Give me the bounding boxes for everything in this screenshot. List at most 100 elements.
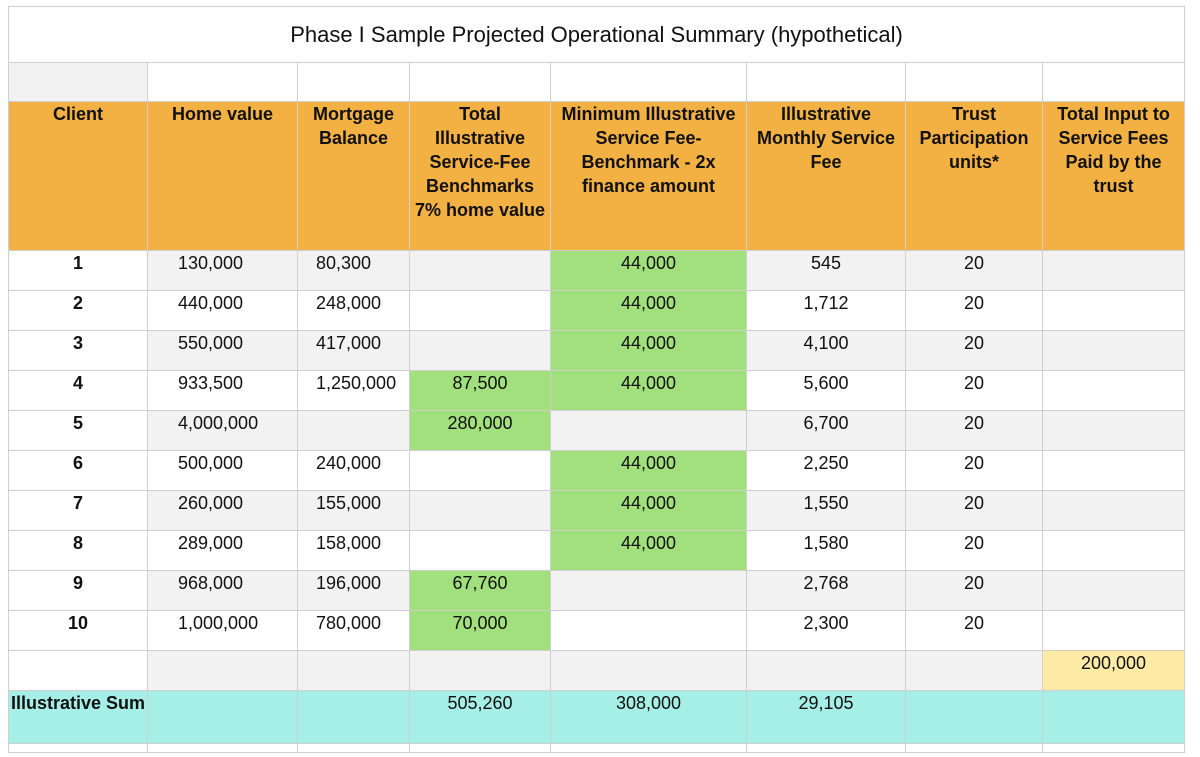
- total-input-cell[interactable]: [1041, 370, 1186, 411]
- total-input-cell[interactable]: [1041, 450, 1186, 491]
- sum-label-cell[interactable]: Illustrative Sum: [8, 690, 148, 744]
- benchmark-7pct-cell[interactable]: 280,000: [409, 410, 551, 451]
- mortgage-cell[interactable]: [297, 410, 410, 451]
- monthly-fee-cell[interactable]: 5,600: [746, 370, 906, 411]
- total-input-cell[interactable]: [1041, 290, 1186, 331]
- mortgage-cell[interactable]: 158,000: [297, 530, 410, 571]
- sum-monthly-fee-cell[interactable]: 29,105: [746, 690, 906, 744]
- sum-minimum-fee-cell[interactable]: 308,000: [550, 690, 747, 744]
- cell[interactable]: [905, 743, 1043, 753]
- cell[interactable]: [8, 650, 148, 691]
- home-value-cell[interactable]: 968,000: [147, 570, 298, 611]
- benchmark-7pct-cell[interactable]: 70,000: [409, 610, 551, 651]
- client-cell[interactable]: 1: [8, 250, 148, 291]
- cell[interactable]: [409, 743, 551, 753]
- home-value-cell[interactable]: 500,000: [147, 450, 298, 491]
- client-cell[interactable]: 3: [8, 330, 148, 371]
- cell[interactable]: [746, 62, 906, 102]
- cell[interactable]: [1041, 690, 1186, 744]
- total-input-cell[interactable]: [1041, 250, 1186, 291]
- header-cell-monthly-service-fee[interactable]: Illustrative Monthly Service Fee: [746, 101, 906, 251]
- cell[interactable]: [8, 62, 148, 102]
- header-cell-home-value[interactable]: Home value: [147, 101, 298, 251]
- total-input-cell[interactable]: [1041, 330, 1186, 371]
- benchmark-7pct-cell[interactable]: [409, 250, 551, 291]
- monthly-fee-cell[interactable]: 4,100: [746, 330, 906, 371]
- table-title[interactable]: Phase I Sample Projected Operational Sum…: [7, 6, 1186, 63]
- mortgage-cell[interactable]: 417,000: [297, 330, 410, 371]
- mortgage-cell[interactable]: 196,000: [297, 570, 410, 611]
- header-cell-service-fee-benchmarks[interactable]: Total Illustrative Service-Fee Benchmark…: [409, 101, 551, 251]
- header-cell-minimum-service-fee[interactable]: Minimum Illustrative Service Fee- Benchm…: [550, 101, 747, 251]
- mortgage-cell[interactable]: 80,300: [297, 250, 410, 291]
- monthly-fee-cell[interactable]: 545: [746, 250, 906, 291]
- trust-units-cell[interactable]: 20: [905, 610, 1043, 651]
- cell[interactable]: [1041, 743, 1186, 753]
- cell[interactable]: [297, 62, 410, 102]
- mortgage-cell[interactable]: 248,000: [297, 290, 410, 331]
- trust-total-cell[interactable]: 200,000: [1041, 650, 1186, 691]
- monthly-fee-cell[interactable]: 6,700: [746, 410, 906, 451]
- benchmark-7pct-cell[interactable]: 67,760: [409, 570, 551, 611]
- total-input-cell[interactable]: [1041, 490, 1186, 531]
- monthly-fee-cell[interactable]: 1,550: [746, 490, 906, 531]
- cell[interactable]: [147, 743, 298, 753]
- trust-units-cell[interactable]: 20: [905, 570, 1043, 611]
- client-cell[interactable]: 10: [8, 610, 148, 651]
- cell[interactable]: [409, 650, 551, 691]
- minimum-fee-cell[interactable]: 44,000: [550, 330, 747, 371]
- monthly-fee-cell[interactable]: 1,580: [746, 530, 906, 571]
- benchmark-7pct-cell[interactable]: [409, 330, 551, 371]
- mortgage-cell[interactable]: 780,000: [297, 610, 410, 651]
- home-value-cell[interactable]: 933,500: [147, 370, 298, 411]
- header-cell-client[interactable]: Client: [8, 101, 148, 251]
- benchmark-7pct-cell[interactable]: 87,500: [409, 370, 551, 411]
- minimum-fee-cell[interactable]: [550, 410, 747, 451]
- cell[interactable]: [297, 743, 410, 753]
- minimum-fee-cell[interactable]: 44,000: [550, 290, 747, 331]
- client-cell[interactable]: 7: [8, 490, 148, 531]
- total-input-cell[interactable]: [1041, 610, 1186, 651]
- home-value-cell[interactable]: 440,000: [147, 290, 298, 331]
- header-cell-trust-units[interactable]: Trust Participation units*: [905, 101, 1043, 251]
- home-value-cell[interactable]: 130,000: [147, 250, 298, 291]
- home-value-cell[interactable]: 550,000: [147, 330, 298, 371]
- home-value-cell[interactable]: 260,000: [147, 490, 298, 531]
- minimum-fee-cell[interactable]: 44,000: [550, 370, 747, 411]
- client-cell[interactable]: 4: [8, 370, 148, 411]
- trust-units-cell[interactable]: 20: [905, 450, 1043, 491]
- cell[interactable]: [746, 650, 906, 691]
- client-cell[interactable]: 8: [8, 530, 148, 571]
- cell[interactable]: [905, 62, 1043, 102]
- cell[interactable]: [8, 743, 148, 753]
- cell[interactable]: [297, 690, 410, 744]
- home-value-cell[interactable]: 1,000,000: [147, 610, 298, 651]
- mortgage-cell[interactable]: 240,000: [297, 450, 410, 491]
- cell[interactable]: [1041, 62, 1186, 102]
- cell[interactable]: [147, 690, 298, 744]
- monthly-fee-cell[interactable]: 2,300: [746, 610, 906, 651]
- minimum-fee-cell[interactable]: 44,000: [550, 450, 747, 491]
- minimum-fee-cell[interactable]: 44,000: [550, 490, 747, 531]
- cell[interactable]: [905, 650, 1043, 691]
- minimum-fee-cell[interactable]: [550, 610, 747, 651]
- client-cell[interactable]: 6: [8, 450, 148, 491]
- total-input-cell[interactable]: [1041, 410, 1186, 451]
- benchmark-7pct-cell[interactable]: [409, 290, 551, 331]
- mortgage-cell[interactable]: 155,000: [297, 490, 410, 531]
- minimum-fee-cell[interactable]: [550, 570, 747, 611]
- trust-units-cell[interactable]: 20: [905, 250, 1043, 291]
- trust-units-cell[interactable]: 20: [905, 290, 1043, 331]
- trust-units-cell[interactable]: 20: [905, 410, 1043, 451]
- monthly-fee-cell[interactable]: 2,768: [746, 570, 906, 611]
- cell[interactable]: [297, 650, 410, 691]
- mortgage-cell[interactable]: 1,250,000: [297, 370, 410, 411]
- cell[interactable]: [409, 62, 551, 102]
- cell[interactable]: [905, 690, 1043, 744]
- client-cell[interactable]: 2: [8, 290, 148, 331]
- cell[interactable]: [550, 650, 747, 691]
- benchmark-7pct-cell[interactable]: [409, 490, 551, 531]
- monthly-fee-cell[interactable]: 2,250: [746, 450, 906, 491]
- header-cell-total-input[interactable]: Total Input to Service Fees Paid by the …: [1041, 101, 1186, 251]
- home-value-cell[interactable]: 289,000: [147, 530, 298, 571]
